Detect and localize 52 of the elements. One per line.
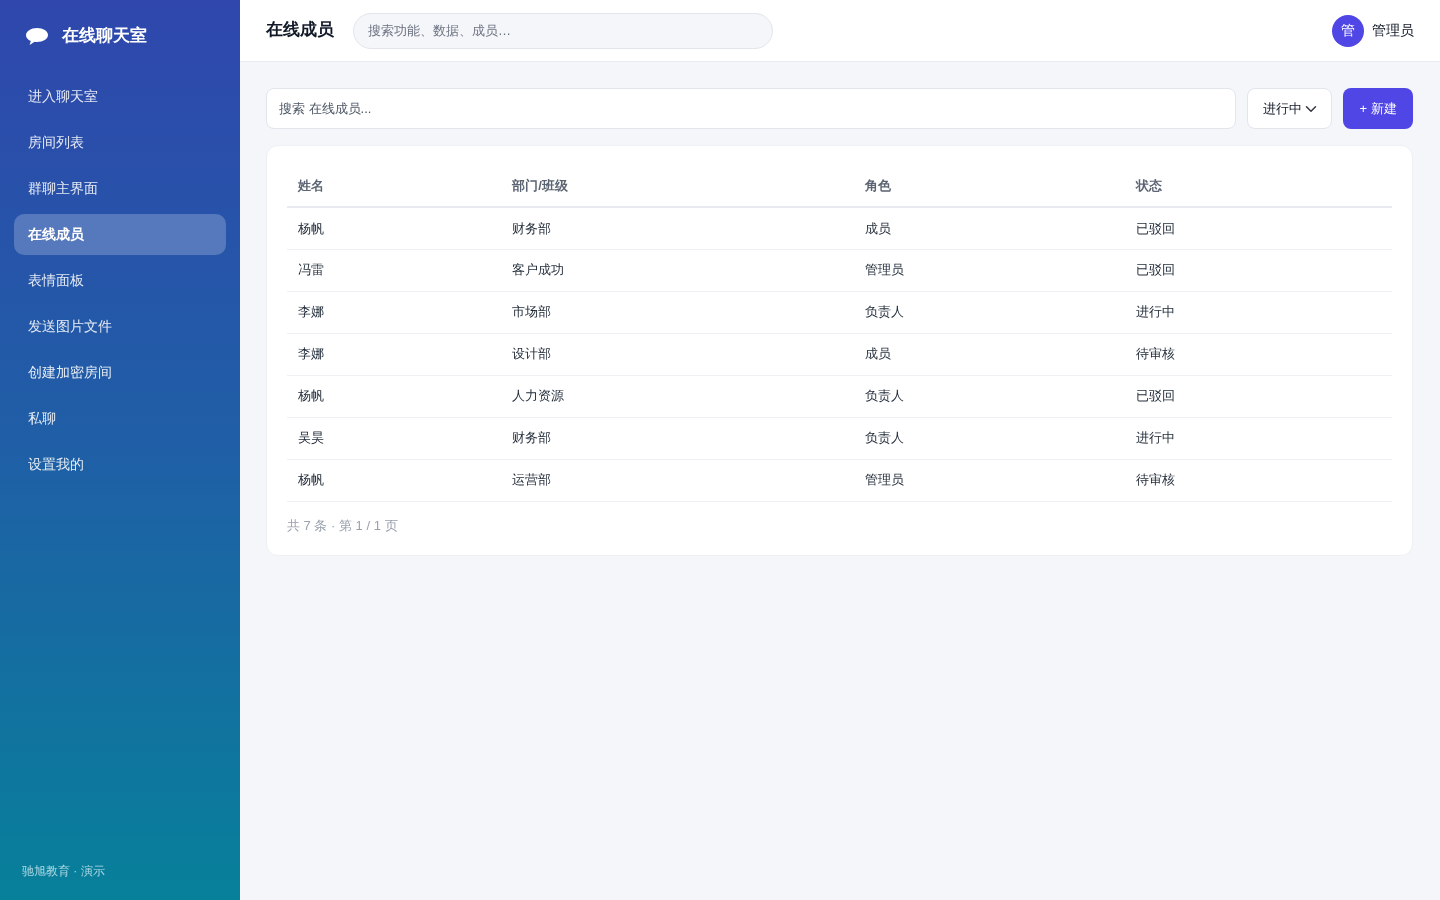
member-search-field[interactable]: 搜索 在线成员... — [266, 88, 1236, 129]
table-cell: 已驳回 — [1124, 249, 1392, 291]
sidebar-item[interactable]: 私聊 — [14, 398, 226, 439]
table-cell: 李娜 — [287, 333, 502, 375]
table-cell: 管理员 — [853, 249, 1125, 291]
table-cell: 杨帆 — [287, 375, 502, 417]
table-cell: 冯雷 — [287, 249, 502, 291]
table-cell: 设计部 — [501, 333, 854, 375]
table-cell: 成员 — [853, 207, 1125, 249]
pagination-summary: 共 7 条 · 第 1 / 1 页 — [287, 516, 399, 535]
sidebar-item[interactable]: 发送图片文件 — [14, 306, 226, 347]
column-header: 状态 — [1124, 166, 1392, 207]
global-search-field[interactable]: 搜索功能、数据、成员… — [353, 12, 773, 49]
chat-bubble-icon — [25, 26, 49, 46]
table-cell: 客户成功 — [501, 249, 854, 291]
sidebar-item[interactable]: 设置我的 — [14, 444, 226, 485]
table-cell: 杨帆 — [287, 207, 502, 249]
column-header: 姓名 — [287, 166, 502, 207]
table-cell: 财务部 — [501, 417, 854, 459]
table-cell: 进行中 — [1124, 291, 1392, 333]
column-header: 角色 — [853, 166, 1125, 207]
sidebar-item[interactable]: 进入聊天室 — [14, 76, 226, 117]
sidebar-item[interactable]: 创建加密房间 — [14, 352, 226, 393]
table-cell: 吴昊 — [287, 417, 502, 459]
table-cell: 已驳回 — [1124, 375, 1392, 417]
table-cell: 进行中 — [1124, 417, 1392, 459]
table-cell: 成员 — [853, 333, 1125, 375]
table-cell: 待审核 — [1124, 333, 1392, 375]
sidebar-footer-text: 驰旭教育 · 演示 — [21, 863, 106, 880]
table-cell: 市场部 — [501, 291, 854, 333]
table-cell: 负责人 — [853, 375, 1125, 417]
table-cell: 人力资源 — [501, 375, 854, 417]
column-header: 部门/班级 — [501, 166, 854, 207]
table-cell: 负责人 — [853, 291, 1125, 333]
app-title: 在线聊天室 — [62, 25, 147, 48]
table-cell: 运营部 — [501, 459, 854, 501]
sidebar-item[interactable]: 房间列表 — [14, 122, 226, 163]
user-avatar[interactable]: 管 — [1332, 14, 1364, 47]
new-button[interactable]: + 新建 — [1343, 88, 1413, 129]
table-cell: 负责人 — [853, 417, 1125, 459]
table-cell: 李娜 — [287, 291, 502, 333]
sidebar-item[interactable]: 群聊主界面 — [14, 168, 226, 209]
table-cell: 财务部 — [501, 207, 854, 249]
page-title: 在线成员 — [266, 20, 334, 41]
user-name[interactable]: 管理员 — [1372, 20, 1414, 41]
table-cell: 已驳回 — [1124, 207, 1392, 249]
table-cell: 杨帆 — [287, 459, 502, 501]
status-filter-select[interactable]: 进行中 — [1247, 88, 1332, 129]
table-cell: 管理员 — [853, 459, 1125, 501]
sidebar-item[interactable]: 表情面板 — [14, 260, 226, 301]
sidebar-item[interactable]: 在线成员 — [14, 214, 226, 255]
table-cell: 待审核 — [1124, 459, 1392, 501]
